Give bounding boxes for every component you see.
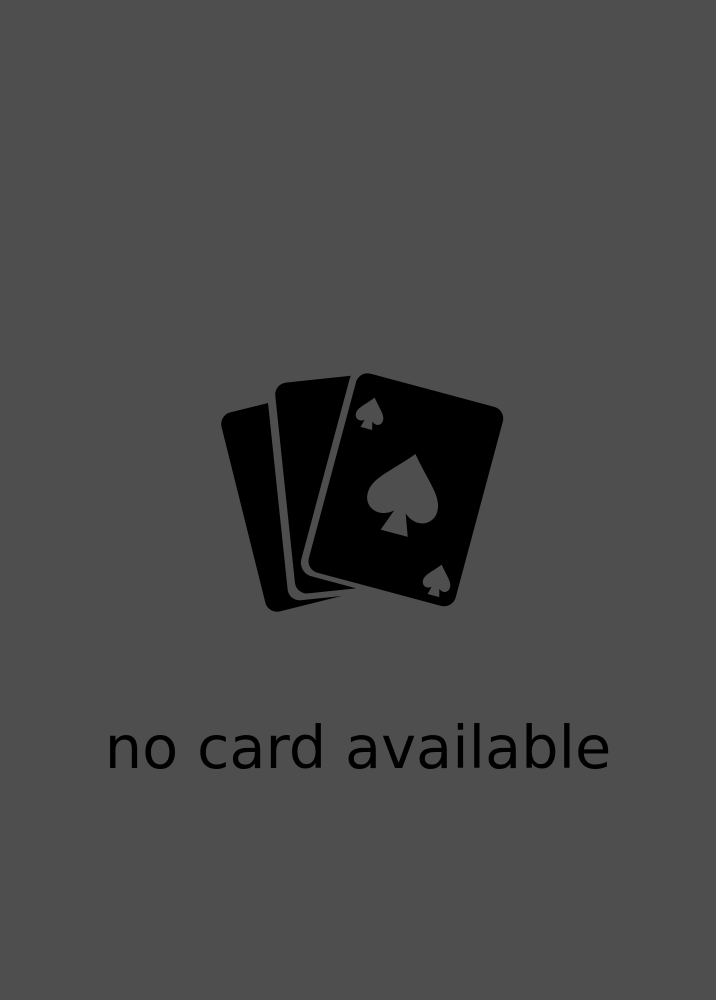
no-card-message: no card available xyxy=(104,713,612,782)
no-card-placeholder: no card available xyxy=(0,0,716,1000)
playing-cards-icon xyxy=(200,365,520,635)
